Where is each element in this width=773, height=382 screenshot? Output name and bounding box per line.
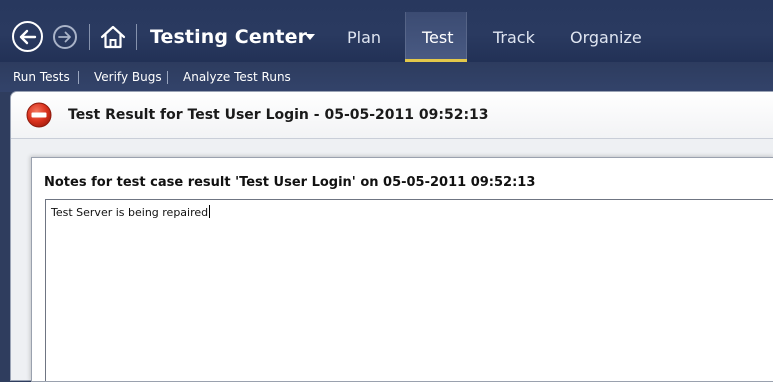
subnav-separator	[78, 71, 79, 84]
subnav-run-tests[interactable]: Run Tests	[13, 70, 70, 84]
back-button[interactable]	[12, 21, 43, 52]
notes-dialog: Notes for test case result 'Test User Lo…	[31, 157, 773, 382]
test-result-panel: Test Result for Test User Login - 05-05-…	[11, 92, 773, 382]
home-button[interactable]	[99, 23, 127, 51]
home-icon	[100, 25, 126, 49]
notes-value: Test Server is being repaired	[51, 206, 209, 219]
nav-separator	[136, 24, 137, 50]
tab-plan[interactable]: Plan	[347, 28, 381, 47]
forward-button[interactable]	[53, 25, 77, 49]
test-result-header: Test Result for Test User Login - 05-05-…	[11, 92, 773, 139]
stop-icon	[26, 102, 52, 128]
notes-dialog-title: Notes for test case result 'Test User Lo…	[44, 175, 536, 190]
subnav-verify-bugs[interactable]: Verify Bugs	[94, 70, 162, 84]
app-title: Testing Center	[150, 26, 308, 48]
subnav-separator	[167, 71, 168, 84]
text-caret	[209, 205, 211, 218]
top-navigation-bar: Testing Center Plan Test Track Organize	[0, 0, 773, 63]
forward-arrow-icon	[58, 31, 71, 43]
tab-organize[interactable]: Organize	[570, 28, 642, 47]
back-arrow-icon	[19, 29, 37, 44]
subnav-analyze-test-runs[interactable]: Analyze Test Runs	[183, 70, 291, 84]
nav-separator	[89, 24, 90, 50]
tab-track[interactable]: Track	[493, 28, 535, 47]
notes-textarea[interactable]: Test Server is being repaired	[45, 199, 773, 381]
chevron-down-icon[interactable]	[303, 32, 317, 42]
tab-test[interactable]: Test	[422, 28, 454, 47]
sub-navigation-bar: Run Tests Verify Bugs Analyze Test Runs	[0, 62, 773, 92]
notes-text-content: Test Server is being repaired	[51, 205, 211, 219]
test-result-title: Test Result for Test User Login - 05-05-…	[68, 107, 489, 123]
